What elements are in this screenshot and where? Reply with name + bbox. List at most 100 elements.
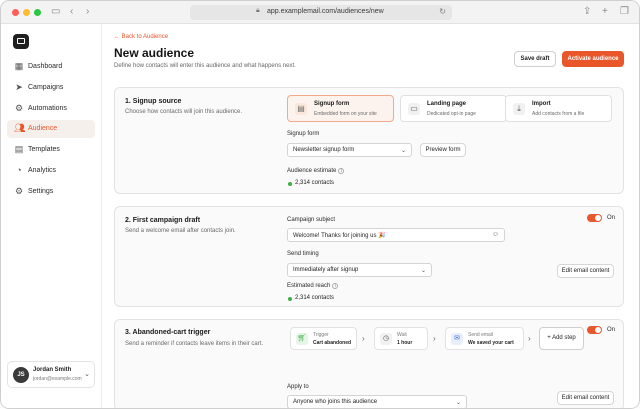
- main-content: ← Back to Audience New audience Define h…: [102, 24, 639, 408]
- option-title: Landing page: [427, 101, 466, 107]
- section-description: Send a welcome email after contacts join…: [125, 228, 236, 234]
- sidebar-item-dashboard[interactable]: ▦ Dashboard: [7, 58, 95, 76]
- mail-icon: ✉: [451, 333, 463, 345]
- audience-estimate-label: Audience estimate i: [287, 168, 345, 174]
- minimize-window-button[interactable]: [23, 9, 30, 16]
- automation-icon: ⚙: [14, 103, 24, 113]
- sidebar-item-label: Automations: [28, 105, 67, 112]
- step-value: 1 hour: [397, 340, 413, 346]
- estimated-reach-text: Estimated reach: [287, 283, 331, 289]
- send-timing-value: Immediately after signup: [293, 267, 359, 273]
- chevron-down-icon: ⌄: [455, 400, 461, 406]
- back-arrow-icon[interactable]: ‹: [70, 6, 73, 18]
- back-link-label: Back to Audience: [121, 34, 169, 40]
- signup-form-label: Signup form: [287, 131, 320, 137]
- emoji-picker-icon[interactable]: ☺: [492, 231, 499, 238]
- share-icon[interactable]: ⇪: [583, 6, 591, 18]
- user-menu[interactable]: JS Jordan Smith jordan@example.com ⌄: [7, 361, 95, 388]
- campaign-subject-label: Campaign subject: [287, 217, 336, 223]
- lock-icon: 🔒︎: [256, 7, 260, 14]
- tabs-overview-icon[interactable]: ❐: [620, 6, 629, 18]
- sidebar-item-templates[interactable]: ▤ Templates: [7, 141, 95, 159]
- template-icon: ▤: [14, 144, 24, 154]
- page-title: New audience: [114, 46, 195, 60]
- step-value: Cart abandoned: [313, 340, 352, 346]
- avatar: JS: [13, 367, 29, 383]
- workflow-step-trigger[interactable]: 🛒︎ Trigger Cart abandoned: [290, 327, 357, 350]
- users-icon: 👥︎: [14, 123, 26, 133]
- campaign-draft-card: 2. First campaign draft Send a welcome e…: [114, 206, 624, 307]
- activate-audience-button[interactable]: Activate audience: [562, 51, 624, 67]
- preview-form-button[interactable]: Preview form: [420, 143, 466, 157]
- browser-window: ▭ ‹ › 🔒︎ app.examplemail.com/audiences/n…: [0, 0, 640, 409]
- sidebar-item-campaigns[interactable]: ➤ Campaigns: [7, 79, 95, 97]
- cart-icon: 🛒︎: [296, 333, 308, 345]
- info-icon[interactable]: i: [332, 283, 339, 289]
- address-url: app.examplemail.com/audiences/new: [267, 8, 384, 15]
- option-landing-page[interactable]: ▭ Landing page Dedicated opt-in page: [400, 95, 507, 122]
- workflow-step-send-email[interactable]: ✉ Send email We saved your cart: [445, 327, 524, 350]
- apply-to-label: Apply to: [287, 384, 309, 390]
- forward-arrow-icon[interactable]: ›: [86, 6, 89, 18]
- campaign-toggle[interactable]: [587, 214, 602, 222]
- sidebar-item-label: Settings: [28, 188, 54, 195]
- chevron-down-icon: ⌄: [400, 148, 406, 154]
- sidebar-item-label: Analytics: [28, 167, 57, 174]
- user-name: Jordan Smith: [33, 367, 72, 373]
- sidebar-item-label: Dashboard: [28, 63, 63, 70]
- option-description: Add contacts from a file: [532, 111, 585, 117]
- campaign-subject-value: Welcome! Thanks for joining us 🎉: [293, 233, 386, 239]
- app-logo[interactable]: [13, 34, 29, 49]
- sidebar: ▦ Dashboard ➤ Campaigns ⚙ Automations 👥︎…: [1, 24, 102, 408]
- section-title: 1. Signup source: [125, 98, 182, 105]
- save-draft-button[interactable]: Save draft: [514, 51, 556, 67]
- status-dot: [288, 297, 292, 301]
- signup-source-card: 1. Signup source Choose how contacts wil…: [114, 87, 624, 194]
- send-icon: ➤: [15, 82, 23, 92]
- sidebar-item-audience[interactable]: 👥︎ Audience: [7, 120, 95, 138]
- chevron-down-icon: ⌄: [420, 268, 426, 274]
- clock-icon: ◷: [380, 333, 392, 345]
- user-email: jordan@example.com: [33, 376, 82, 382]
- step-kind: Wait: [397, 332, 407, 338]
- edit-email-content-button[interactable]: Edit email content: [557, 264, 614, 278]
- address-bar[interactable]: 🔒︎ app.examplemail.com/audiences/new ↻: [190, 5, 452, 20]
- chevron-down-icon: ⌄: [84, 371, 90, 378]
- send-timing-select[interactable]: Immediately after signup ⌄: [287, 263, 432, 277]
- audience-estimate-text: Audience estimate: [287, 168, 337, 174]
- new-tab-icon[interactable]: +: [602, 6, 608, 18]
- section-title: 2. First campaign draft: [125, 217, 201, 224]
- apply-to-select[interactable]: Anyone who joins this audience ⌄: [287, 395, 467, 408]
- cart-toggle[interactable]: [587, 326, 602, 334]
- option-title: Import: [532, 101, 551, 107]
- sidebar-item-analytics[interactable]: ◔ Analytics: [7, 162, 95, 180]
- maximize-window-button[interactable]: [34, 9, 41, 16]
- sidebar-item-label: Audience: [28, 125, 58, 132]
- section-title: 3. Abandoned-cart trigger: [125, 329, 211, 336]
- page-subtitle: Define how contacts will enter this audi…: [114, 63, 296, 69]
- campaign-toggle-label: On: [607, 215, 616, 221]
- reload-icon[interactable]: ↻: [439, 7, 446, 16]
- workflow-step-wait[interactable]: ◷ Wait 1 hour: [374, 327, 428, 350]
- chevron-right-icon: ›: [528, 334, 531, 343]
- info-icon[interactable]: i: [338, 168, 345, 174]
- back-link[interactable]: ← Back to Audience: [114, 34, 168, 40]
- sidebar-item-settings[interactable]: ⚙ Settings: [7, 183, 95, 201]
- edit-email-content-button[interactable]: Edit email content: [557, 391, 614, 405]
- sidebar-toggle-icon[interactable]: ▭: [51, 6, 60, 18]
- grid-icon: ▦: [14, 61, 24, 71]
- estimated-reach-value: 2,314 contacts: [295, 295, 335, 301]
- option-signup-form[interactable]: ▤ Signup form Embedded form on your site: [287, 95, 394, 122]
- option-import[interactable]: ⤓ Import Add contacts from a file: [505, 95, 612, 122]
- chevron-right-icon: ›: [362, 334, 365, 343]
- campaign-subject-input[interactable]: Welcome! Thanks for joining us 🎉 ☺: [287, 228, 505, 242]
- send-timing-label: Send timing: [287, 251, 319, 257]
- estimated-reach-label: Estimated reach i: [287, 283, 339, 289]
- sidebar-item-automations[interactable]: ⚙ Automations: [7, 100, 95, 118]
- signup-form-select[interactable]: Newsletter signup form ⌄: [287, 143, 412, 157]
- gear-icon: ⚙: [14, 186, 24, 196]
- section-description: Choose how contacts will join this audie…: [125, 109, 243, 115]
- add-step-button[interactable]: + Add step: [539, 327, 584, 350]
- step-value: We saved your cart: [468, 340, 514, 346]
- close-window-button[interactable]: [12, 9, 19, 16]
